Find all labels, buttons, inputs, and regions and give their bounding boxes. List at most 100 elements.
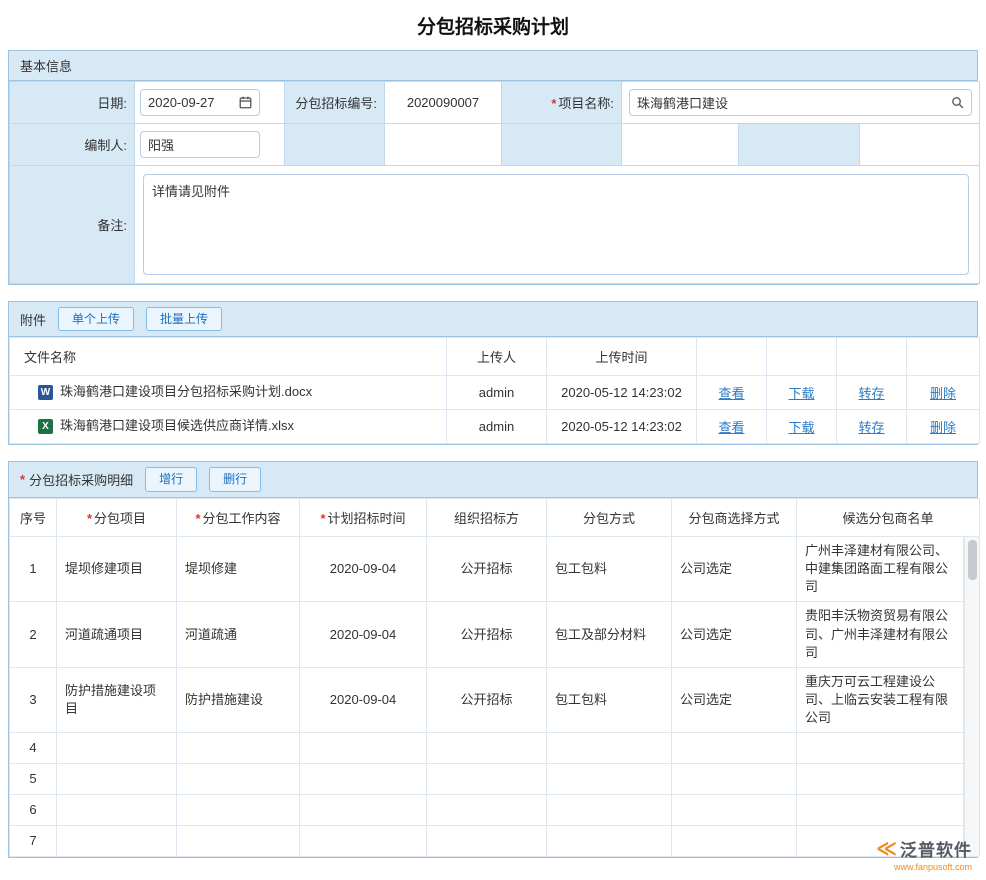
compiler-cell: 阳强 xyxy=(135,124,285,166)
selection-method-cell[interactable]: 公司选定 xyxy=(672,667,797,733)
compiler-value: 阳强 xyxy=(148,135,174,154)
subcontract-project-cell[interactable] xyxy=(57,795,177,826)
subcontract-method-cell[interactable] xyxy=(547,733,672,764)
subcontract-method-cell[interactable] xyxy=(547,795,672,826)
single-upload-button[interactable]: 单个上传 xyxy=(58,307,134,331)
empty-label-cell xyxy=(739,124,860,166)
attachment-uploader: admin xyxy=(447,410,547,444)
scrollbar-track[interactable] xyxy=(964,537,979,857)
detail-row: 1堤坝修建项目堤坝修建2020-09-04公开招标包工包料公司选定广州丰泽建材有… xyxy=(10,536,980,602)
bid-organizer-cell[interactable] xyxy=(427,764,547,795)
col-action xyxy=(837,338,907,376)
bid-organizer-cell[interactable] xyxy=(427,795,547,826)
delete-link[interactable]: 删除 xyxy=(930,386,956,401)
detail-col-label: 组织招标方 xyxy=(454,511,519,526)
bid-organizer-cell[interactable]: 公开招标 xyxy=(427,602,547,668)
search-icon[interactable] xyxy=(951,96,964,109)
selection-method-cell[interactable]: 公司选定 xyxy=(672,536,797,602)
row-no[interactable]: 7 xyxy=(10,826,57,857)
remarks-textarea[interactable]: 详情请见附件 xyxy=(143,174,969,275)
attachment-file: X珠海鹤港口建设项目候选供应商详情.xlsx xyxy=(24,418,438,435)
bid-organizer-cell[interactable] xyxy=(427,733,547,764)
selection-method-cell[interactable] xyxy=(672,733,797,764)
row-no[interactable]: 1 xyxy=(10,536,57,602)
row-no[interactable]: 3 xyxy=(10,667,57,733)
selection-method-cell[interactable] xyxy=(672,795,797,826)
subcontract-project-cell[interactable]: 防护措施建设项目 xyxy=(57,667,177,733)
candidate-list-cell[interactable]: 广州丰泽建材有限公司、中建集团路面工程有限公司 xyxy=(797,536,964,602)
bid-organizer-cell[interactable]: 公开招标 xyxy=(427,536,547,602)
row-no[interactable]: 4 xyxy=(10,733,57,764)
row-no[interactable]: 2 xyxy=(10,602,57,668)
calendar-icon[interactable] xyxy=(239,96,252,109)
subcontract-project-cell[interactable] xyxy=(57,764,177,795)
candidate-list-cell[interactable]: 贵阳丰沃物资贸易有限公司、广州丰泽建材有限公司 xyxy=(797,602,964,668)
subcontract-method-cell[interactable]: 包工包料 xyxy=(547,667,672,733)
subcontract-method-cell[interactable]: 包工及部分材料 xyxy=(547,602,672,668)
subcontract-method-cell[interactable]: 包工包料 xyxy=(547,536,672,602)
project-name-value: 珠海鹤港口建设 xyxy=(637,93,728,112)
view-link[interactable]: 查看 xyxy=(718,420,744,435)
planned-bid-time-cell[interactable] xyxy=(300,826,427,857)
detail-header: *分包招标采购明细 增行 删行 xyxy=(9,462,977,497)
project-name-input[interactable]: 珠海鹤港口建设 xyxy=(629,89,972,116)
work-content-cell[interactable] xyxy=(177,795,300,826)
action-cell: 下载 xyxy=(767,376,837,410)
detail-col-1: *分包项目 xyxy=(57,498,177,536)
bid-no-label: 分包招标编号: xyxy=(285,82,385,124)
download-link[interactable]: 下载 xyxy=(788,386,814,401)
selection-method-cell[interactable] xyxy=(672,764,797,795)
scrollbar-thumb[interactable] xyxy=(968,540,977,580)
candidate-list-cell[interactable]: 重庆万可云工程建设公司、上临云安装工程有限公司 xyxy=(797,667,964,733)
transfer-link[interactable]: 转存 xyxy=(858,386,884,401)
subcontract-method-cell[interactable] xyxy=(547,826,672,857)
col-upload-time: 上传时间 xyxy=(547,338,697,376)
compiler-input[interactable]: 阳强 xyxy=(140,131,260,158)
required-mark: * xyxy=(20,472,25,487)
subcontract-project-cell[interactable] xyxy=(57,733,177,764)
delete-row-button[interactable]: 删行 xyxy=(209,467,261,491)
add-row-button[interactable]: 增行 xyxy=(145,467,197,491)
row-no[interactable]: 5 xyxy=(10,764,57,795)
subcontract-project-cell[interactable] xyxy=(57,826,177,857)
required-mark: * xyxy=(195,511,200,526)
selection-method-cell[interactable]: 公司选定 xyxy=(672,602,797,668)
download-link[interactable]: 下载 xyxy=(788,420,814,435)
view-link[interactable]: 查看 xyxy=(718,386,744,401)
work-content-cell[interactable]: 堤坝修建 xyxy=(177,536,300,602)
required-mark: * xyxy=(320,511,325,526)
candidate-list-cell[interactable] xyxy=(797,764,964,795)
work-content-cell[interactable] xyxy=(177,733,300,764)
action-cell: 下载 xyxy=(767,410,837,444)
selection-method-cell[interactable] xyxy=(672,826,797,857)
detail-row: 7 xyxy=(10,826,980,857)
fanpu-logo-icon: ≪ xyxy=(876,839,897,859)
planned-bid-time-cell[interactable] xyxy=(300,733,427,764)
batch-upload-button[interactable]: 批量上传 xyxy=(146,307,222,331)
table-scrollbar[interactable] xyxy=(964,536,980,857)
work-content-cell[interactable]: 河道疏通 xyxy=(177,602,300,668)
subcontract-project-cell[interactable]: 河道疏通项目 xyxy=(57,602,177,668)
attachment-row: X珠海鹤港口建设项目候选供应商详情.xlsxadmin2020-05-12 14… xyxy=(10,410,980,444)
delete-link[interactable]: 删除 xyxy=(930,420,956,435)
row-no[interactable]: 6 xyxy=(10,795,57,826)
planned-bid-time-cell[interactable]: 2020-09-04 xyxy=(300,667,427,733)
detail-header-row: 序号*分包项目*分包工作内容*计划招标时间组织招标方分包方式分包商选择方式候选分… xyxy=(10,498,980,536)
attachment-uploader: admin xyxy=(447,376,547,410)
date-input[interactable]: 2020-09-27 xyxy=(140,89,260,116)
work-content-cell[interactable]: 防护措施建设 xyxy=(177,667,300,733)
bid-organizer-cell[interactable]: 公开招标 xyxy=(427,667,547,733)
candidate-list-cell[interactable] xyxy=(797,733,964,764)
bid-organizer-cell[interactable] xyxy=(427,826,547,857)
subcontract-project-cell[interactable]: 堤坝修建项目 xyxy=(57,536,177,602)
transfer-link[interactable]: 转存 xyxy=(858,420,884,435)
subcontract-method-cell[interactable] xyxy=(547,764,672,795)
planned-bid-time-cell[interactable]: 2020-09-04 xyxy=(300,536,427,602)
candidate-list-cell[interactable] xyxy=(797,795,964,826)
work-content-cell[interactable] xyxy=(177,764,300,795)
work-content-cell[interactable] xyxy=(177,826,300,857)
planned-bid-time-cell[interactable] xyxy=(300,795,427,826)
planned-bid-time-cell[interactable] xyxy=(300,764,427,795)
planned-bid-time-cell[interactable]: 2020-09-04 xyxy=(300,602,427,668)
action-cell: 转存 xyxy=(837,376,907,410)
